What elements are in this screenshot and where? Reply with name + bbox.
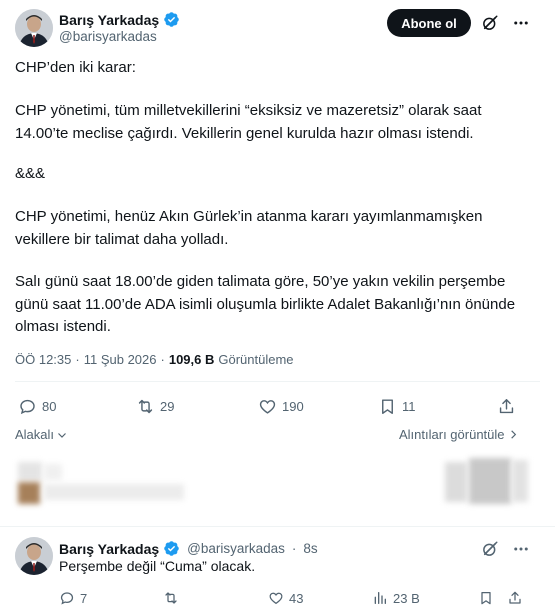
related-label: Alakalı [15, 427, 55, 442]
post-actions: 80 29 190 11 [0, 393, 555, 419]
view-quotes-label: Alıntıları görüntüle [399, 427, 505, 442]
share-button[interactable] [507, 590, 523, 606]
grok-icon[interactable] [481, 14, 499, 32]
bookmark-icon [481, 592, 491, 605]
repost-icon [138, 399, 153, 414]
verified-badge-icon [164, 541, 179, 556]
reply-text: Perşembe değil “Cuma” olacak. [59, 558, 256, 574]
avatar[interactable] [15, 537, 53, 575]
heart-icon [269, 592, 283, 605]
tweet-paragraph-1: CHP’den iki karar: [15, 59, 136, 76]
post-date[interactable]: 11 Şub 2026 [84, 352, 157, 367]
views-count: 23 B [393, 590, 420, 606]
grok-icon[interactable] [481, 540, 499, 558]
meta-separator: · [75, 352, 80, 367]
author-name-row: Barış Yarkadaş [59, 11, 180, 28]
reply-count: 80 [42, 399, 57, 414]
tweet-paragraph-4: CHP yönetimi, henüz Akın Gürlek’in atanm… [15, 208, 483, 248]
views-count: 109,6 B [168, 352, 215, 367]
like-count: 43 [289, 590, 304, 606]
reply-author-name[interactable]: Barış Yarkadaş [59, 541, 159, 557]
repost-count: 29 [160, 399, 175, 414]
divider [15, 381, 540, 382]
tweet-paragraph-3: &&& [15, 165, 46, 182]
bookmark-count: 11 [402, 399, 416, 414]
chevron-down-icon [58, 432, 66, 438]
chevron-right-icon [510, 430, 516, 439]
share-button[interactable] [497, 397, 516, 416]
like-count: 190 [282, 399, 304, 414]
views-button[interactable]: 23 B [372, 590, 420, 606]
more-options-icon[interactable] [511, 540, 531, 558]
post-metadata: ÖÖ 12:35 · 11 Şub 2026 · 109,6 B Görüntü… [15, 352, 294, 367]
reply-button[interactable]: 80 [18, 397, 56, 416]
tweet-paragraph-2: CHP yönetimi, tüm milletvekillerini “eks… [15, 102, 482, 142]
reply-post[interactable]: Barış Yarkadaş @barisyarkadas · 8s Perşe… [0, 527, 555, 616]
heart-icon [259, 400, 276, 414]
reply-icon [20, 399, 35, 415]
reply-age[interactable]: 8s [303, 541, 317, 556]
tweet-paragraph-5: Salı günü saat 18.00’de giden talimata g… [15, 273, 516, 335]
avatar-image [15, 537, 53, 575]
analytics-icon [374, 592, 386, 604]
share-icon [499, 399, 514, 414]
share-icon [509, 591, 521, 604]
like-button[interactable]: 43 [268, 590, 303, 606]
more-options-icon[interactable] [511, 14, 531, 32]
like-button[interactable]: 190 [258, 397, 304, 416]
reply-button[interactable]: 7 [59, 590, 87, 606]
verified-badge-icon [164, 12, 179, 27]
bookmark-button[interactable] [478, 590, 494, 606]
reply-author-handle[interactable]: @barisyarkadas [187, 541, 285, 556]
reply-icon [60, 592, 74, 605]
author-handle[interactable]: @barisyarkadas [59, 29, 157, 44]
view-quotes-link[interactable]: Alıntıları görüntüle [399, 427, 519, 442]
reply-author-row: Barış Yarkadaş @barisyarkadas · 8s [59, 540, 318, 557]
follow-button[interactable]: Abone ol [387, 9, 471, 37]
bookmark-icon [382, 399, 393, 414]
avatar-image [15, 9, 53, 47]
author-name[interactable]: Barış Yarkadaş [59, 12, 159, 28]
avatar[interactable] [15, 9, 53, 47]
repost-button[interactable]: 29 [136, 397, 174, 416]
meta-separator: · [291, 541, 297, 556]
views-label: Görüntüleme [218, 352, 294, 367]
bookmark-button[interactable]: 11 [378, 397, 416, 416]
reply-actions: 7 43 23 B [0, 588, 555, 608]
repost-button[interactable] [163, 590, 184, 606]
post-time[interactable]: ÖÖ 12:35 [15, 352, 71, 367]
repost-icon [165, 592, 177, 604]
meta-separator: · [160, 352, 165, 367]
reply-count: 7 [80, 590, 88, 606]
related-toggle[interactable]: Alakalı [15, 427, 68, 442]
